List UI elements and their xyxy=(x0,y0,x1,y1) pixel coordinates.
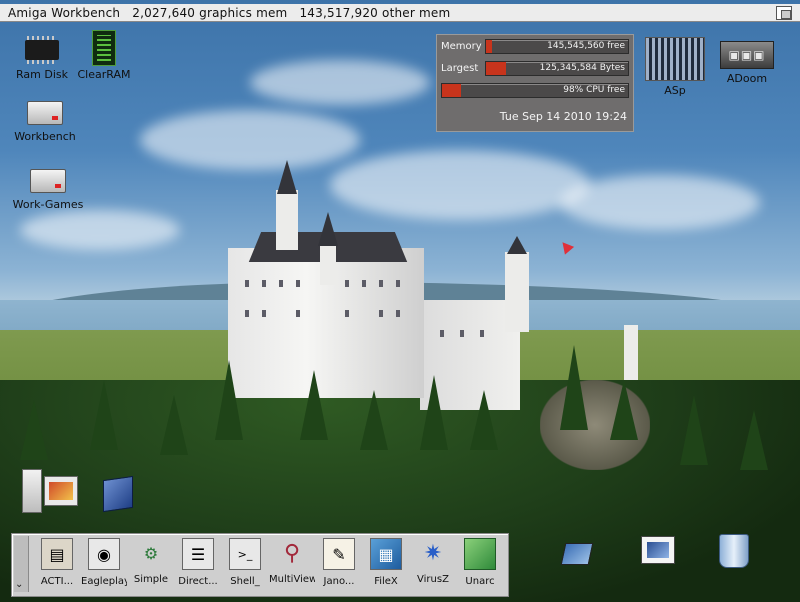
dock-item-label: ACTI... xyxy=(40,576,74,587)
monitor-screen-icon xyxy=(638,532,678,568)
largest-gauge: 125,345,584 Bytes xyxy=(485,61,629,76)
date-time: Tue Sep 14 2010 19:24 xyxy=(499,110,627,123)
acti-icon: ▤ xyxy=(41,538,73,570)
dock-item-label: VirusZ xyxy=(417,574,449,585)
desktop-icon-work-games[interactable]: Work-Games xyxy=(8,166,88,211)
cpu-gauge-fill xyxy=(442,84,461,97)
dock-item-multiview[interactable]: ⚲ MultiView xyxy=(269,538,315,586)
dock-item-label: Direct... xyxy=(178,576,218,587)
magnifier-icon: ⚲ xyxy=(283,540,301,566)
eagleplayer-icon: ◉ xyxy=(88,538,120,570)
icon-label: Ram Disk xyxy=(16,68,68,81)
largest-label: Largest xyxy=(441,63,479,74)
memory-row: Memory 145,545,560 free xyxy=(441,39,629,54)
icon-label: ClearRAM xyxy=(77,68,131,81)
icon-label: ADoom xyxy=(726,72,768,85)
dock-item-unarc[interactable]: Unarc xyxy=(457,538,503,587)
dock-item-acti[interactable]: ▤ ACTI... xyxy=(34,538,80,587)
green-cube-icon xyxy=(464,538,496,570)
laptop-icon xyxy=(560,538,594,570)
ram-chip-icon xyxy=(25,36,59,64)
doom-logo-icon: ▣▣▣ xyxy=(720,41,774,69)
workbench-title-bar: Amiga Workbench 2,027,640 graphics mem 1… xyxy=(0,4,800,22)
desktop-icon-ram-disk[interactable]: Ram Disk xyxy=(14,34,70,81)
dock-item-virusz[interactable]: ✷ VirusZ xyxy=(410,538,456,586)
keyboard-app-icon xyxy=(645,37,705,81)
hard-drive-icon xyxy=(27,101,63,125)
largest-gauge-fill xyxy=(486,62,506,75)
desktop-icon-cube[interactable] xyxy=(98,474,138,514)
memory-free-text: 145,545,560 free xyxy=(547,41,625,51)
system-monitor-panel: Memory 145,545,560 free Largest 125,345,… xyxy=(436,34,634,132)
screen-title: Amiga Workbench 2,027,640 graphics mem 1… xyxy=(8,5,451,20)
cpu-row: 98% CPU free xyxy=(441,83,629,98)
dock-item-label: Unarc xyxy=(465,576,495,587)
dock-item-label: Jano... xyxy=(323,576,355,587)
dock-item-simple[interactable]: ⚙ Simple xyxy=(128,538,174,586)
icon-label: ASp xyxy=(664,84,686,97)
dock-item-label: Simple xyxy=(133,574,169,585)
screen-depth-gadget[interactable] xyxy=(776,6,792,20)
dock-item-label: FileX xyxy=(374,576,398,587)
notepad-pen-icon: ✎ xyxy=(323,538,355,570)
cpu-free-text: 98% CPU free xyxy=(563,85,625,95)
icon-label: Workbench xyxy=(14,130,76,143)
memory-gauge-fill xyxy=(486,40,492,53)
dock-item-filex[interactable]: ▦ FileX xyxy=(363,538,409,587)
desktop-icon-laptop[interactable] xyxy=(560,538,594,570)
computer-tower-icon xyxy=(20,468,80,514)
largest-row: Largest 125,345,584 Bytes xyxy=(441,61,629,76)
memory-label: Memory xyxy=(441,41,482,52)
desktop-icon-adoom[interactable]: ▣▣▣ ADoom xyxy=(718,40,776,85)
dock-drag-handle[interactable]: ⌄ xyxy=(14,536,29,592)
filex-icon: ▦ xyxy=(370,538,402,570)
dock-item-directory[interactable]: ☰ Direct... xyxy=(175,538,221,587)
trashcan-icon xyxy=(714,532,754,570)
dock-item-shell[interactable]: >_ Shell_ xyxy=(222,538,268,587)
application-dock: ⌄ ▤ ACTI... ◉ Eagleplayer ⚙ Simple ☰ Dir… xyxy=(11,533,509,597)
dock-item-label: Eagleplayer xyxy=(81,576,127,587)
dock-item-label: Shell_ xyxy=(230,576,260,587)
dock-item-label: MultiView xyxy=(269,574,315,585)
blue-cube-icon xyxy=(98,474,138,514)
desktop-icon-asp[interactable]: ASp xyxy=(643,36,707,97)
desktop-icon-clearram[interactable]: ClearRAM xyxy=(74,30,134,81)
memory-gauge: 145,545,560 free xyxy=(485,39,629,54)
directory-icon: ☰ xyxy=(182,538,214,570)
circuit-board-icon xyxy=(92,30,116,66)
virusz-bug-icon: ✷ xyxy=(423,540,443,566)
chevron-down-icon[interactable]: ⌄ xyxy=(15,579,23,590)
desktop-icon-monitor[interactable] xyxy=(638,532,678,568)
desktop-icon-workbench[interactable]: Workbench xyxy=(10,98,80,143)
wrench-icon: ⚙ xyxy=(143,543,159,563)
desktop-icon-computer[interactable] xyxy=(20,468,80,514)
dock-item-eagleplayer[interactable]: ◉ Eagleplayer xyxy=(81,538,127,587)
shell-icon: >_ xyxy=(229,538,261,570)
largest-bytes-text: 125,345,584 Bytes xyxy=(539,63,625,73)
hard-drive-icon xyxy=(30,169,66,193)
icon-label: Work-Games xyxy=(12,198,84,211)
cpu-gauge: 98% CPU free xyxy=(441,83,629,98)
dock-item-jano[interactable]: ✎ Jano... xyxy=(316,538,362,587)
desktop-icon-trashcan[interactable] xyxy=(714,532,754,570)
